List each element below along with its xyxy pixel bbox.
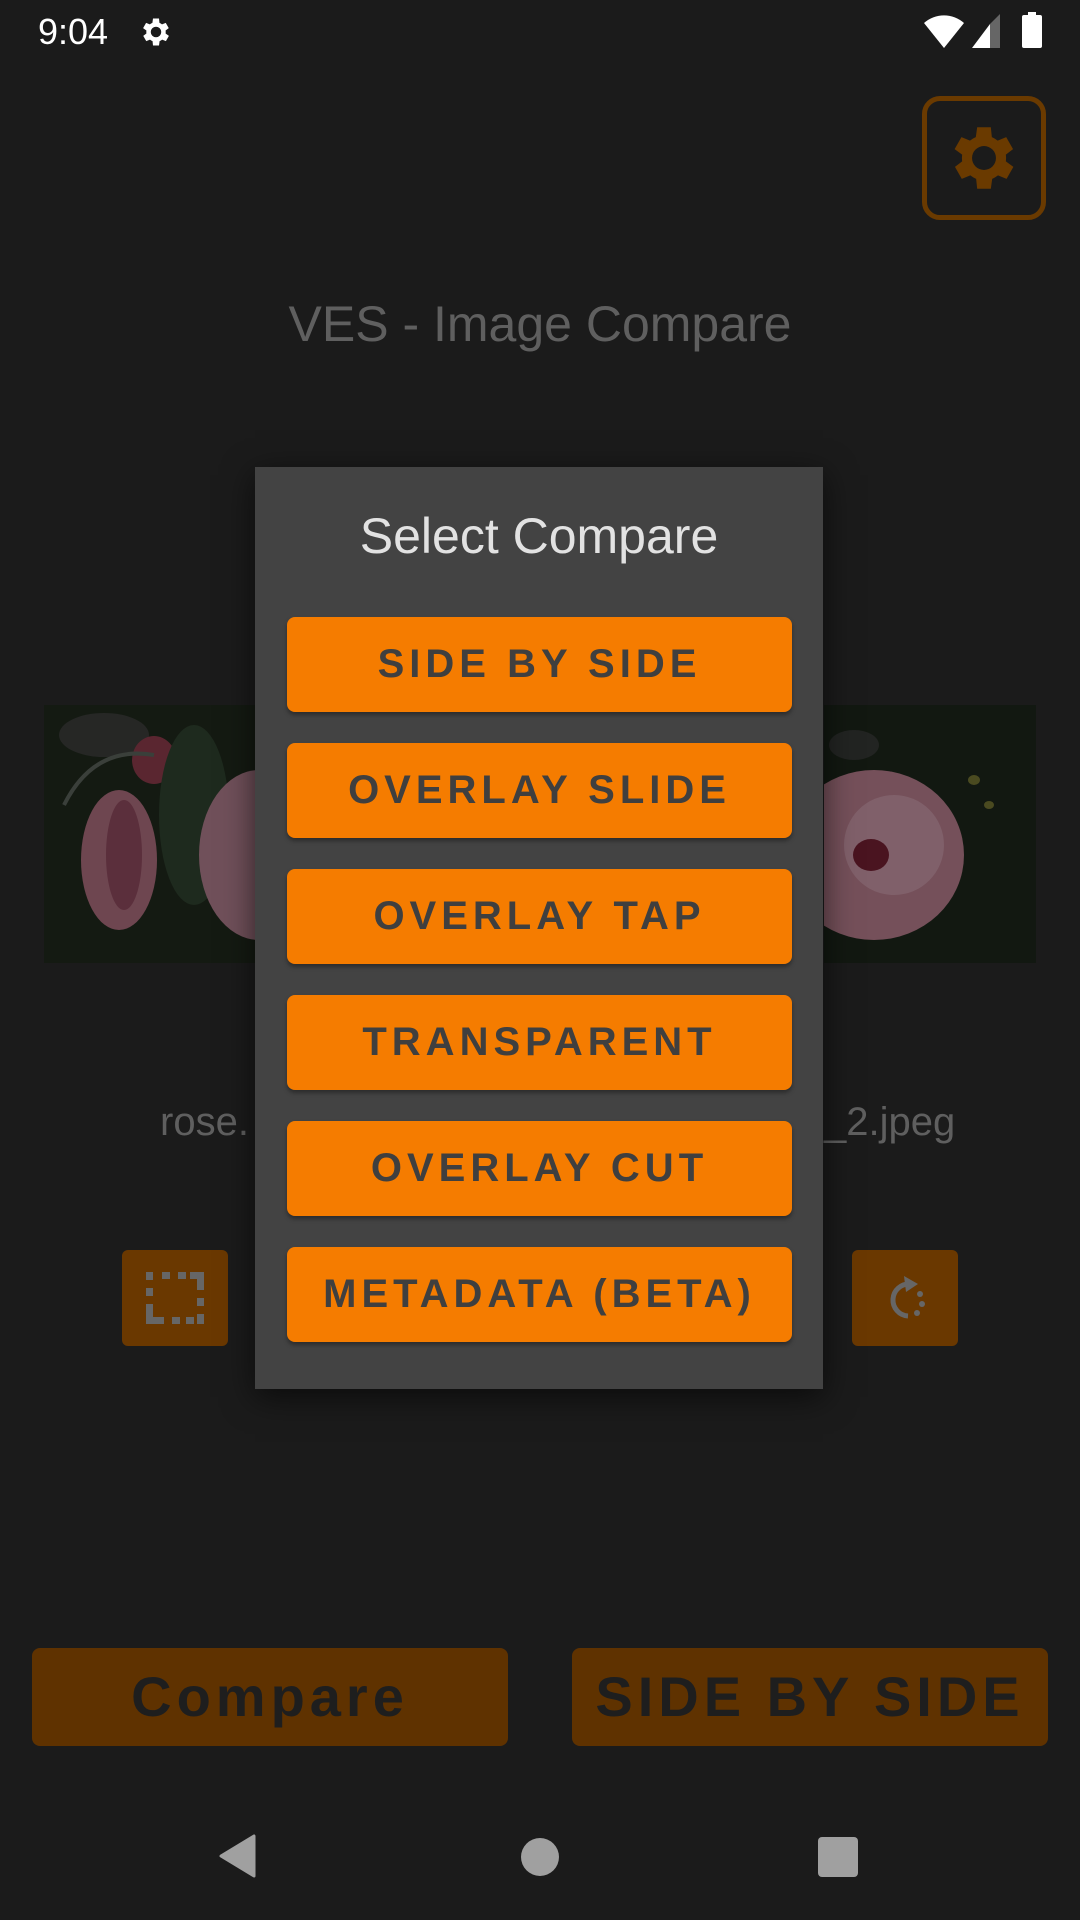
option-overlay-cut[interactable]: OVERLAY CUT — [287, 1121, 792, 1216]
right-image-preview[interactable] — [824, 705, 1036, 963]
crop-button[interactable] — [122, 1250, 228, 1346]
home-icon[interactable] — [521, 1838, 559, 1876]
settings-icon — [143, 18, 169, 46]
wifi-icon — [924, 15, 964, 48]
option-transparent[interactable]: TRANSPARENT — [287, 995, 792, 1090]
settings-button[interactable] — [922, 96, 1046, 220]
dialog-title: Select Compare — [359, 508, 719, 564]
left-image-filename: rose. — [160, 1100, 249, 1144]
option-overlay-slide[interactable]: OVERLAY SLIDE — [287, 743, 792, 838]
rotate-icon — [890, 1276, 925, 1319]
gear-icon — [954, 127, 1014, 189]
status-time: 9:04 — [38, 11, 109, 52]
recents-icon[interactable] — [818, 1837, 858, 1877]
back-icon[interactable] — [218, 1834, 258, 1878]
option-side-by-side[interactable]: SIDE BY SIDE — [287, 617, 792, 712]
compare-button[interactable]: Compare — [32, 1648, 508, 1746]
rotate-button[interactable] — [852, 1250, 958, 1346]
left-flower-image — [44, 705, 256, 963]
cell-signal-icon — [972, 14, 1000, 48]
select-compare-dialog: Select Compare SIDE BY SIDE OVERLAY SLID… — [255, 467, 823, 1389]
option-overlay-tap[interactable]: OVERLAY TAP — [287, 869, 792, 964]
option-metadata-beta[interactable]: METADATA (BETA) — [287, 1247, 792, 1342]
compare-mode-button[interactable]: SIDE BY SIDE — [572, 1648, 1048, 1746]
crop-free-icon — [146, 1272, 204, 1324]
left-image-preview[interactable] — [44, 705, 256, 963]
right-image-filename: _2.jpeg — [824, 1100, 956, 1144]
right-flower-image — [824, 705, 1036, 963]
battery-icon — [1022, 12, 1042, 48]
app-title: VES - Image Compare — [288, 296, 792, 352]
